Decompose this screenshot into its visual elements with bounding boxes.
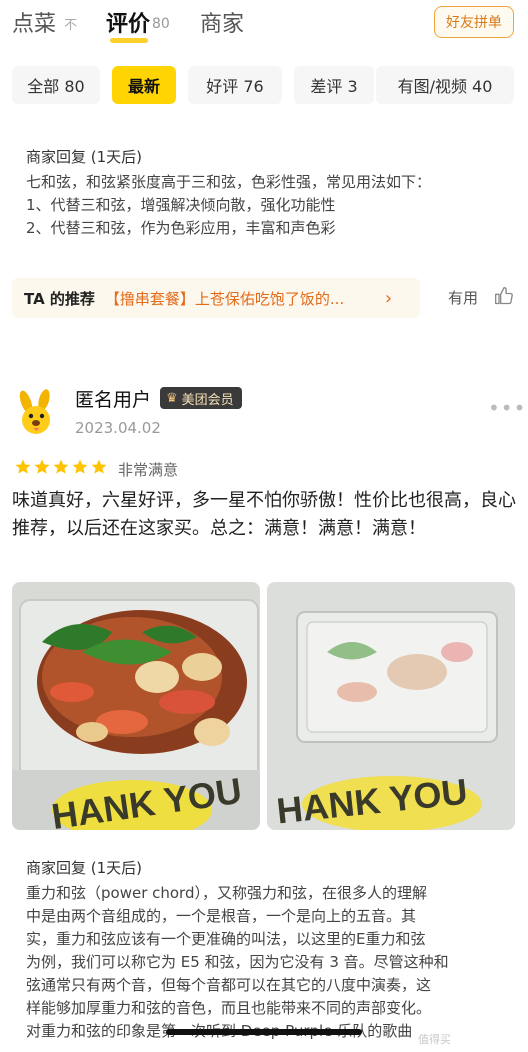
- star-icon: [53, 459, 69, 474]
- thumbs-up-icon[interactable]: [494, 286, 514, 306]
- rating-text: 非常满意: [118, 461, 179, 479]
- merchant-reply-title: 商家回复 (1天后): [26, 859, 143, 877]
- filter-all[interactable]: 全部 80: [12, 66, 100, 104]
- sort-icon: 不: [64, 18, 78, 33]
- merchant-reply: 商家回复 (1天后) 七和弦，和弦紧张度高于三和弦，色彩性强，常见用法如下： 1…: [26, 146, 431, 240]
- merchant-reply-line: 样能够加厚重力和弦的音色，而且也能带来不同的声部变化。: [26, 999, 432, 1017]
- merchant-reply-line: 实，重力和弦应该有一个更准确的叫法，以这里的E重力和弦: [26, 930, 426, 948]
- merchant-reply-line: 七和弦，和弦紧张度高于三和弦，色彩性强，常见用法如下：: [26, 173, 432, 191]
- vip-badge: ♛ 美团会员: [160, 387, 242, 409]
- review-body: 味道真好，六星好评，多一星不怕你骄傲！性价比也很高，良心推荐，以后还在这家买。总…: [12, 490, 516, 539]
- avatar[interactable]: [14, 388, 62, 438]
- top-tab-bar: 点菜 不 评价 80 商家 好友拼单: [0, 0, 528, 50]
- merchant-reply-line: 为例，我们可以称它为 E5 和弦，因为它没有 3 音。尽管这种和: [26, 953, 449, 971]
- recommend-label: TA 的推荐: [24, 289, 95, 308]
- home-indicator[interactable]: [166, 1029, 362, 1035]
- merchant-reply-line: 中是由两个音组成的，一个是根音，一个是向上的五音。其: [26, 907, 417, 925]
- merchant-reply-line: 重力和弦（power chord），又称强力和弦，在很多人的理解: [26, 884, 427, 902]
- filter-positive[interactable]: 好评 76: [188, 66, 282, 104]
- star-icon: [91, 459, 107, 474]
- more-options-icon[interactable]: •••: [488, 396, 526, 420]
- star-icon: [15, 459, 31, 474]
- tab-dishes[interactable]: 点菜: [12, 6, 56, 38]
- filter-with-media[interactable]: 有图/视频 40: [376, 66, 514, 104]
- merchant-reply-line: 2、代替三和弦，作为色彩应用，丰富和声色彩: [26, 219, 336, 237]
- active-tab-underline: [110, 38, 148, 43]
- review-photo[interactable]: HANK YOU: [12, 582, 260, 830]
- filter-latest[interactable]: 最新: [112, 66, 176, 104]
- merchant-reply: 商家回复 (1天后) 重力和弦（power chord），又称强力和弦，在很多人…: [26, 857, 449, 1043]
- filter-negative[interactable]: 差评 3: [294, 66, 374, 104]
- rating-stars: [14, 458, 109, 476]
- tab-reviews[interactable]: 评价: [106, 6, 150, 38]
- review-username[interactable]: 匿名用户: [75, 385, 151, 412]
- review-date: 2023.04.02: [75, 419, 161, 437]
- merchant-reply-line: 弦通常只有两个音，但每个音都可以在其它的八度中演奏，这: [26, 976, 432, 994]
- chevron-right-icon: ›: [384, 287, 393, 309]
- reviews-count: 80: [152, 16, 170, 32]
- vip-label: 美团会员: [181, 392, 234, 408]
- friend-group-order-button[interactable]: 好友拼单: [434, 6, 514, 38]
- star-icon: [34, 459, 50, 474]
- useful-button[interactable]: 有用: [448, 287, 478, 308]
- star-icon: [72, 459, 88, 474]
- merchant-reply-line: 1、代替三和弦，增强解决倾向散，强化功能性: [26, 196, 336, 214]
- review-photo[interactable]: HANK YOU: [267, 582, 515, 830]
- crown-icon: ♛: [166, 390, 178, 406]
- merchant-reply-title: 商家回复 (1天后): [26, 148, 143, 166]
- tab-merchant[interactable]: 商家: [200, 6, 244, 38]
- ta-recommend-bar[interactable]: TA 的推荐 【撸串套餐】上苍保佑吃饱了饭的... ›: [12, 278, 420, 318]
- recommend-item: 【撸串套餐】上苍保佑吃饱了饭的...: [104, 289, 345, 308]
- watermark: 值得买: [418, 1033, 451, 1046]
